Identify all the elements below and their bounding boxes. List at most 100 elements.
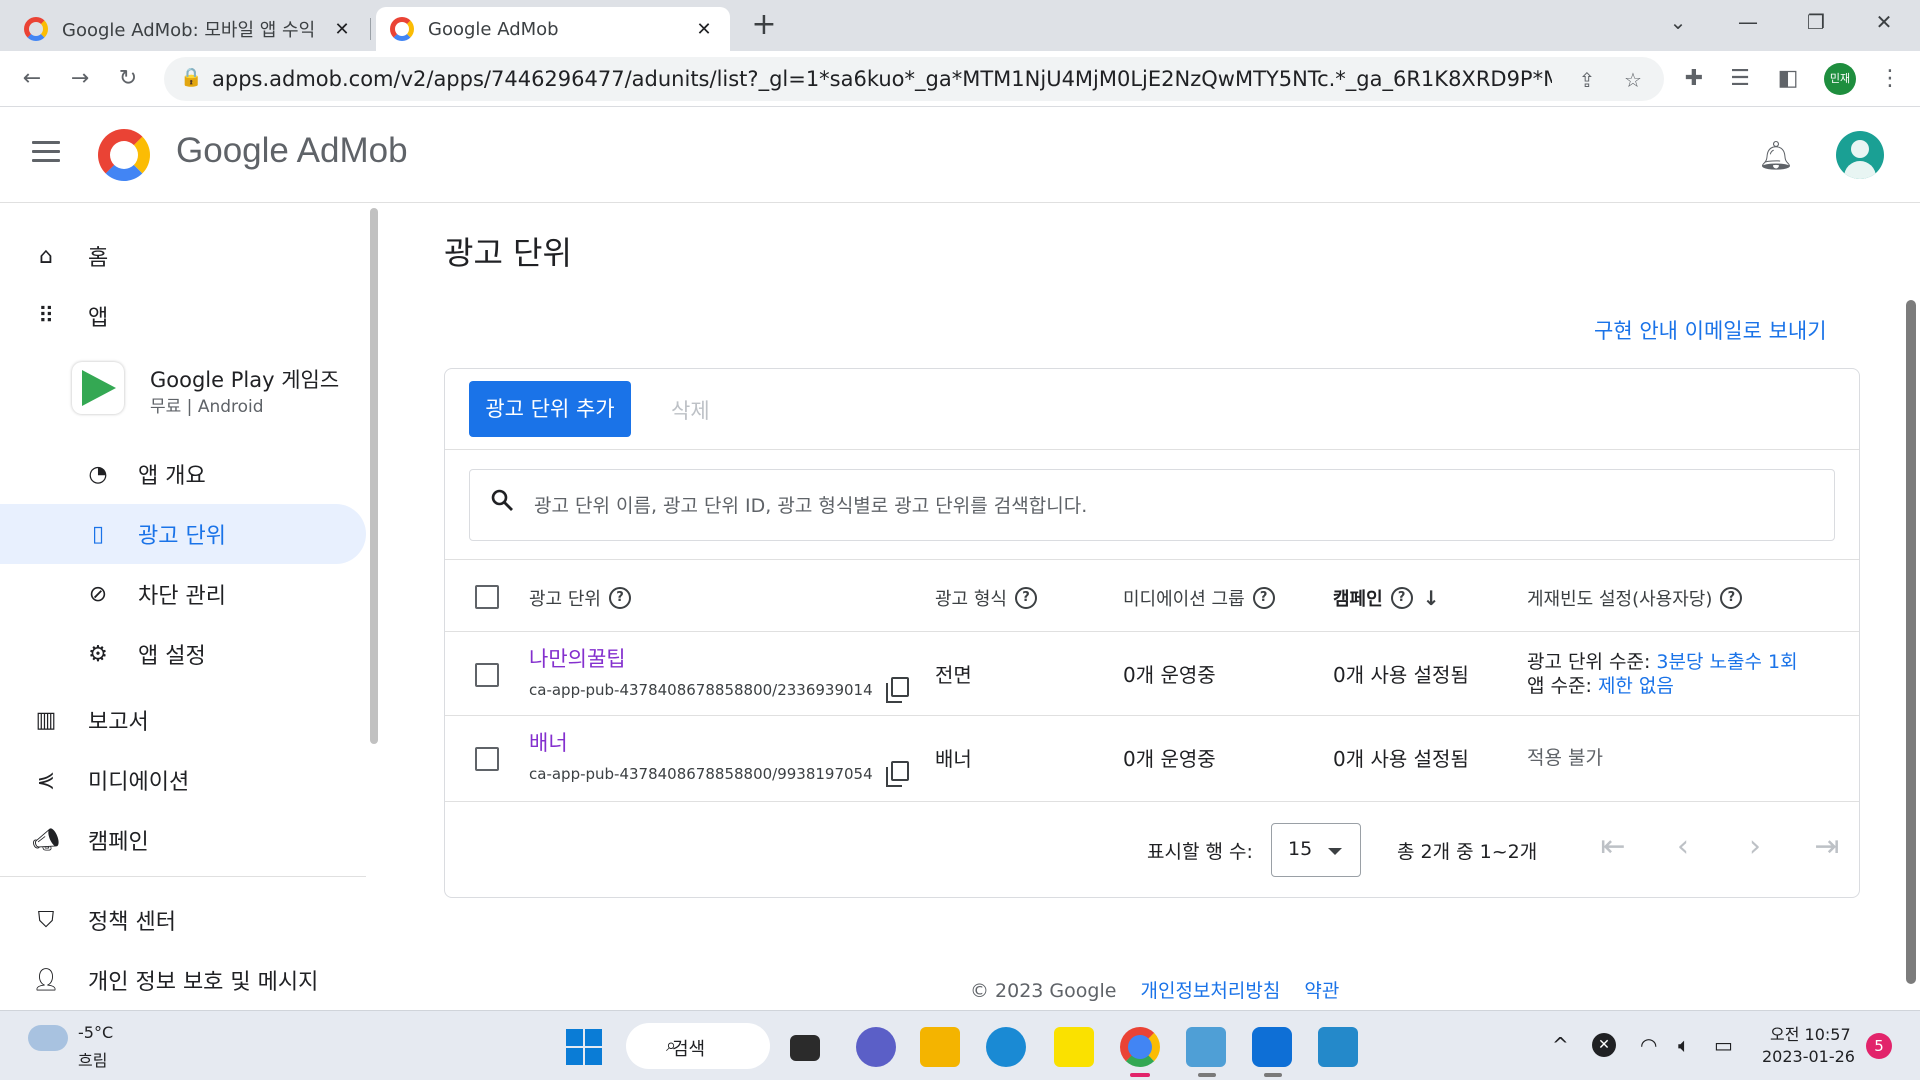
browser-toolbar: ← → ↻ 🔒 apps.admob.com/v2/apps/744629647… xyxy=(0,51,1920,107)
sidebar-item-ad-units[interactable]: ▯ 광고 단위 xyxy=(0,504,366,564)
show-hidden-icons-chevron-icon[interactable]: ^ xyxy=(1552,1033,1569,1057)
notifications-bell-icon[interactable]: 🔔︎ xyxy=(1758,139,1794,172)
minimize-button[interactable]: — xyxy=(1716,0,1780,44)
column-header-ad-format[interactable]: 광고 형식 ? xyxy=(935,585,1037,611)
task-view-icon[interactable] xyxy=(790,1035,820,1061)
sidebar-item-privacy-messaging[interactable]: 👤︎ 개인 정보 보호 및 메시지 xyxy=(0,950,366,1010)
cap-value-link[interactable]: 제한 없음 xyxy=(1598,675,1674,697)
browser-profile-avatar[interactable]: 민재 xyxy=(1824,63,1856,95)
next-page-icon[interactable]: › xyxy=(1733,827,1777,871)
taskbar-search[interactable]: ⌕ 검색 xyxy=(626,1023,770,1069)
sort-descending-icon[interactable]: ↓ xyxy=(1423,586,1440,610)
send-instructions-link[interactable]: 구현 안내 이메일로 보내기 xyxy=(1594,315,1827,345)
share-icon[interactable]: ⇪ xyxy=(1572,65,1602,95)
close-tab-icon[interactable]: ✕ xyxy=(330,19,354,40)
battery-icon[interactable]: ▭ xyxy=(1714,1033,1733,1057)
last-page-icon[interactable]: ⇥ xyxy=(1805,827,1849,871)
notepad-icon[interactable] xyxy=(1186,1027,1226,1067)
selected-app-card[interactable]: Google Play 게임즈 무료 | Android xyxy=(72,362,372,418)
restore-button[interactable]: ❐ xyxy=(1784,0,1848,44)
kakaotalk-icon[interactable] xyxy=(1054,1027,1094,1067)
sidebar-item-mediation[interactable]: ⋞ 미디에이션 xyxy=(0,750,366,810)
tab-search-chevron-icon[interactable]: ⌄ xyxy=(1646,0,1710,44)
sidebar-item-policy-center[interactable]: ⛉ 정책 센터 xyxy=(0,890,366,950)
ad-unit-id: ca-app-pub-4378408678858800/9938197054 xyxy=(529,765,873,783)
copy-icon[interactable] xyxy=(886,677,909,703)
rows-per-page-select[interactable]: 15 xyxy=(1271,823,1361,877)
notification-count-badge[interactable]: 5 xyxy=(1866,1033,1892,1059)
help-icon[interactable]: ? xyxy=(1720,587,1743,609)
sidebar-item-campaigns[interactable]: 📣︎ 캠페인 xyxy=(0,810,366,870)
column-header-ad-unit[interactable]: 광고 단위 ? xyxy=(529,585,631,611)
file-explorer-icon[interactable] xyxy=(920,1027,960,1067)
extensions-puzzle-icon[interactable]: ✚ xyxy=(1676,61,1712,97)
lock-icon[interactable]: 🔒 xyxy=(180,67,202,88)
clock-date[interactable]: 2023-01-26 xyxy=(1762,1047,1855,1066)
row-checkbox[interactable] xyxy=(475,663,499,687)
previous-page-icon[interactable]: ‹ xyxy=(1661,827,1705,871)
browser-menu-icon[interactable]: ⋮ xyxy=(1872,61,1908,97)
column-header-campaign[interactable]: 캠페인 ? ↓ xyxy=(1333,585,1439,611)
weather-temperature[interactable]: -5°C xyxy=(78,1023,113,1042)
vscode-icon[interactable] xyxy=(1318,1027,1358,1067)
side-panel-icon[interactable]: ◧ xyxy=(1770,61,1806,97)
search-input[interactable] xyxy=(534,484,1814,528)
column-header-mediation-group[interactable]: 미디에이션 그룹 ? xyxy=(1123,585,1275,611)
column-header-frequency-cap[interactable]: 게재빈도 설정(사용자당) ? xyxy=(1527,585,1743,611)
frequency-cap-na: 적용 불가 xyxy=(1527,747,1603,769)
campaign-status: 0개 사용 설정됨 xyxy=(1333,663,1469,687)
add-ad-unit-button[interactable]: 광고 단위 추가 xyxy=(469,381,631,437)
wifi-icon[interactable]: ◠ xyxy=(1640,1033,1657,1057)
copy-icon[interactable] xyxy=(886,761,909,787)
close-window-button[interactable]: ✕ xyxy=(1852,0,1916,44)
new-tab-button[interactable]: + xyxy=(748,10,780,42)
back-arrow-icon[interactable]: ← xyxy=(14,61,50,97)
sidebar-item-blocking-controls[interactable]: ⊘ 차단 관리 xyxy=(0,564,366,624)
edge-browser-icon[interactable] xyxy=(986,1027,1026,1067)
account-avatar[interactable] xyxy=(1836,131,1884,179)
help-icon[interactable]: ? xyxy=(1390,587,1413,609)
browser-tab-active[interactable]: Google AdMob ✕ xyxy=(376,7,730,51)
sidebar-item-app-overview[interactable]: ◔ 앱 개요 xyxy=(0,444,366,504)
windows-start-icon[interactable] xyxy=(566,1029,602,1065)
address-bar[interactable]: 🔒 apps.admob.com/v2/apps/7446296477/adun… xyxy=(164,57,1664,101)
cap-value-link[interactable]: 3분당 노출수 1회 xyxy=(1656,651,1797,673)
volume-icon[interactable]: 🔈︎ xyxy=(1678,1033,1690,1057)
sidebar-scrollbar[interactable] xyxy=(370,208,378,744)
teams-chat-icon[interactable] xyxy=(856,1027,896,1067)
sidebar-item-app-settings[interactable]: ⚙ 앱 설정 xyxy=(0,624,366,684)
media-queue-icon[interactable]: ☰ xyxy=(1722,61,1758,97)
sidebar-item-home[interactable]: ⌂ 홈 xyxy=(0,226,366,286)
pagination-range: 총 2개 중 1~2개 xyxy=(1397,841,1538,863)
search-box[interactable] xyxy=(469,469,1835,541)
row-checkbox[interactable] xyxy=(475,747,499,771)
reload-icon[interactable]: ↻ xyxy=(110,61,146,97)
sidebar-item-apps[interactable]: ⠿ 앱 xyxy=(0,286,366,346)
sidebar-item-label: 앱 xyxy=(88,306,109,331)
close-tab-icon[interactable]: ✕ xyxy=(692,19,716,40)
terms-link[interactable]: 약관 xyxy=(1304,980,1339,1002)
delete-button[interactable]: 삭제 xyxy=(671,395,710,425)
first-page-icon[interactable]: ⇤ xyxy=(1591,827,1635,871)
cloud-weather-icon[interactable] xyxy=(28,1025,68,1051)
ad-unit-name-link[interactable]: 나만의꿀팁 xyxy=(529,643,626,673)
weather-condition[interactable]: 흐림 xyxy=(78,1047,107,1071)
url-text[interactable]: apps.admob.com/v2/apps/7446296477/adunit… xyxy=(212,67,1552,91)
bookmark-star-icon[interactable]: ☆ xyxy=(1618,65,1648,95)
sidebar-item-reports[interactable]: ▥ 보고서 xyxy=(0,690,366,750)
app-tray-x-icon[interactable]: ✕ xyxy=(1592,1033,1616,1057)
help-icon[interactable]: ? xyxy=(1014,587,1037,609)
clock-time[interactable]: 오전 10:57 xyxy=(1770,1021,1851,1045)
select-all-checkbox[interactable] xyxy=(475,585,499,609)
ad-unit-name-link[interactable]: 배너 xyxy=(529,727,568,757)
forward-arrow-icon[interactable]: → xyxy=(62,61,98,97)
sidebar-item-label: 정책 센터 xyxy=(88,910,176,935)
browser-tab[interactable]: Google AdMob: 모바일 앱 수익 ✕ xyxy=(10,7,368,51)
hamburger-menu-icon[interactable] xyxy=(32,141,60,168)
chrome-icon[interactable] xyxy=(1120,1027,1160,1067)
privacy-policy-link[interactable]: 개인정보처리방침 xyxy=(1140,980,1280,1002)
main-scrollbar[interactable] xyxy=(1906,300,1916,984)
help-icon[interactable]: ? xyxy=(1252,587,1275,609)
help-icon[interactable]: ? xyxy=(608,587,631,609)
teamviewer-icon[interactable] xyxy=(1252,1027,1292,1067)
